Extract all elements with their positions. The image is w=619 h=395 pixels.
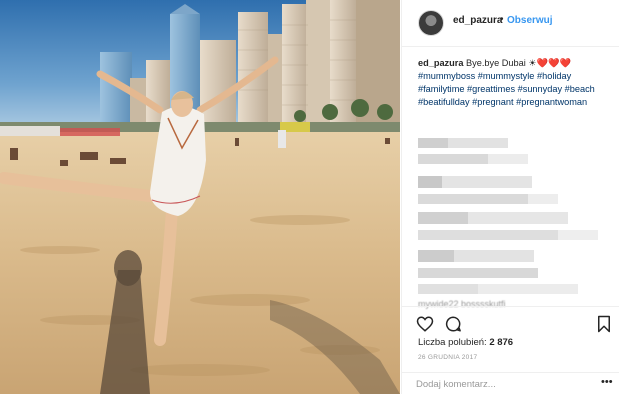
hashtag-link[interactable]: #mummyboss bbox=[418, 71, 475, 81]
post-photo[interactable] bbox=[0, 0, 400, 394]
beach-photo-illustration bbox=[0, 0, 400, 394]
post-header: ed_pazura • Obserwuj bbox=[402, 0, 619, 47]
hashtag-link[interactable]: #pregnant bbox=[472, 97, 513, 107]
hashtag-link[interactable]: #beatifullday bbox=[418, 97, 470, 107]
hashtag-link[interactable]: #mummystyle bbox=[478, 71, 535, 81]
hashtag-link[interactable]: #holiday bbox=[537, 71, 571, 81]
heart-icon[interactable] bbox=[416, 315, 434, 333]
caption-text: Bye.bye Dubai ☀❤️❤️❤️ bbox=[466, 58, 571, 68]
likes-number: 2 876 bbox=[489, 337, 514, 348]
comment-bubble-icon[interactable] bbox=[444, 315, 462, 333]
profile-avatar[interactable] bbox=[418, 10, 444, 36]
caption-hashtags: #mummyboss #mummystyle #holiday #familyt… bbox=[418, 71, 595, 107]
hashtag-link[interactable]: #beach bbox=[565, 84, 595, 94]
caption-username[interactable]: ed_pazura bbox=[418, 58, 463, 68]
more-options-icon[interactable]: ••• bbox=[601, 376, 613, 388]
post-date: 26 GRUDNIA 2017 bbox=[418, 354, 478, 361]
hashtag-link[interactable]: #familytime bbox=[418, 84, 464, 94]
hashtag-link[interactable]: #pregnantwoman bbox=[516, 97, 587, 107]
header-separator: • bbox=[500, 14, 504, 25]
hashtag-link[interactable]: #sunnyday bbox=[518, 84, 562, 94]
username-link[interactable]: ed_pazura bbox=[453, 15, 502, 26]
likes-label: Liczba polubień: bbox=[418, 337, 487, 348]
post-caption: ed_pazura Bye.bye Dubai ☀❤️❤️❤️ #mummybo… bbox=[418, 57, 614, 109]
comment-input[interactable] bbox=[416, 377, 586, 391]
bookmark-icon[interactable] bbox=[595, 315, 613, 333]
hashtag-link[interactable]: #greattimes bbox=[467, 84, 515, 94]
likes-count[interactable]: Liczba polubień: 2 876 bbox=[418, 337, 513, 348]
follow-button[interactable]: Obserwuj bbox=[507, 15, 553, 26]
post-details-panel: ed_pazura • Obserwuj ed_pazura Bye.bye D… bbox=[401, 0, 619, 394]
post-actions-bar bbox=[402, 306, 619, 337]
comments-list-obscured bbox=[402, 132, 619, 302]
add-comment-bar: ••• bbox=[402, 372, 619, 395]
